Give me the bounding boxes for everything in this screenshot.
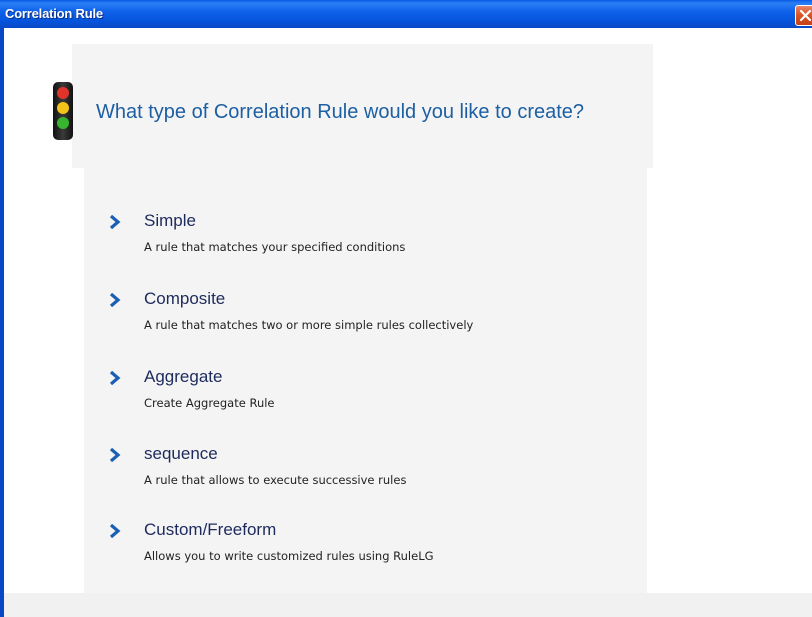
option-description: A rule that matches your specified condi…	[144, 240, 406, 254]
chevron-right-icon	[109, 293, 121, 307]
traffic-light-icon	[53, 82, 73, 140]
option-sequence[interactable]: sequence A rule that allows to execute s…	[106, 444, 626, 495]
option-label[interactable]: Aggregate	[144, 367, 222, 387]
option-composite[interactable]: Composite A rule that matches two or mor…	[106, 289, 626, 340]
option-label[interactable]: Composite	[144, 289, 225, 309]
page-title: What type of Correlation Rule would you …	[96, 101, 585, 123]
title-bar[interactable]: Correlation Rule	[0, 0, 812, 28]
option-description: A rule that matches two or more simple r…	[144, 318, 474, 332]
chevron-right-icon	[109, 371, 121, 385]
chevron-right-icon	[109, 448, 121, 462]
option-description: Allows you to write customized rules usi…	[144, 549, 434, 563]
close-button[interactable]	[795, 5, 812, 26]
footer-band	[4, 593, 812, 617]
option-label[interactable]: sequence	[144, 444, 218, 464]
chevron-right-icon	[109, 215, 121, 229]
option-custom-freeform[interactable]: Custom/Freeform Allows you to write cust…	[106, 520, 626, 571]
correlation-rule-window: Correlation Rule What type of Correlatio…	[0, 0, 812, 617]
option-label[interactable]: Simple	[144, 211, 196, 231]
option-label[interactable]: Custom/Freeform	[144, 520, 276, 540]
window-left-border	[0, 28, 4, 617]
option-simple[interactable]: Simple A rule that matches your specifie…	[106, 211, 626, 262]
close-icon	[799, 9, 812, 22]
window-title: Correlation Rule	[5, 6, 103, 21]
option-aggregate[interactable]: Aggregate Create Aggregate Rule	[106, 367, 626, 418]
chevron-right-icon	[109, 524, 121, 538]
option-description: A rule that allows to execute successive…	[144, 473, 407, 487]
option-description: Create Aggregate Rule	[144, 396, 275, 410]
